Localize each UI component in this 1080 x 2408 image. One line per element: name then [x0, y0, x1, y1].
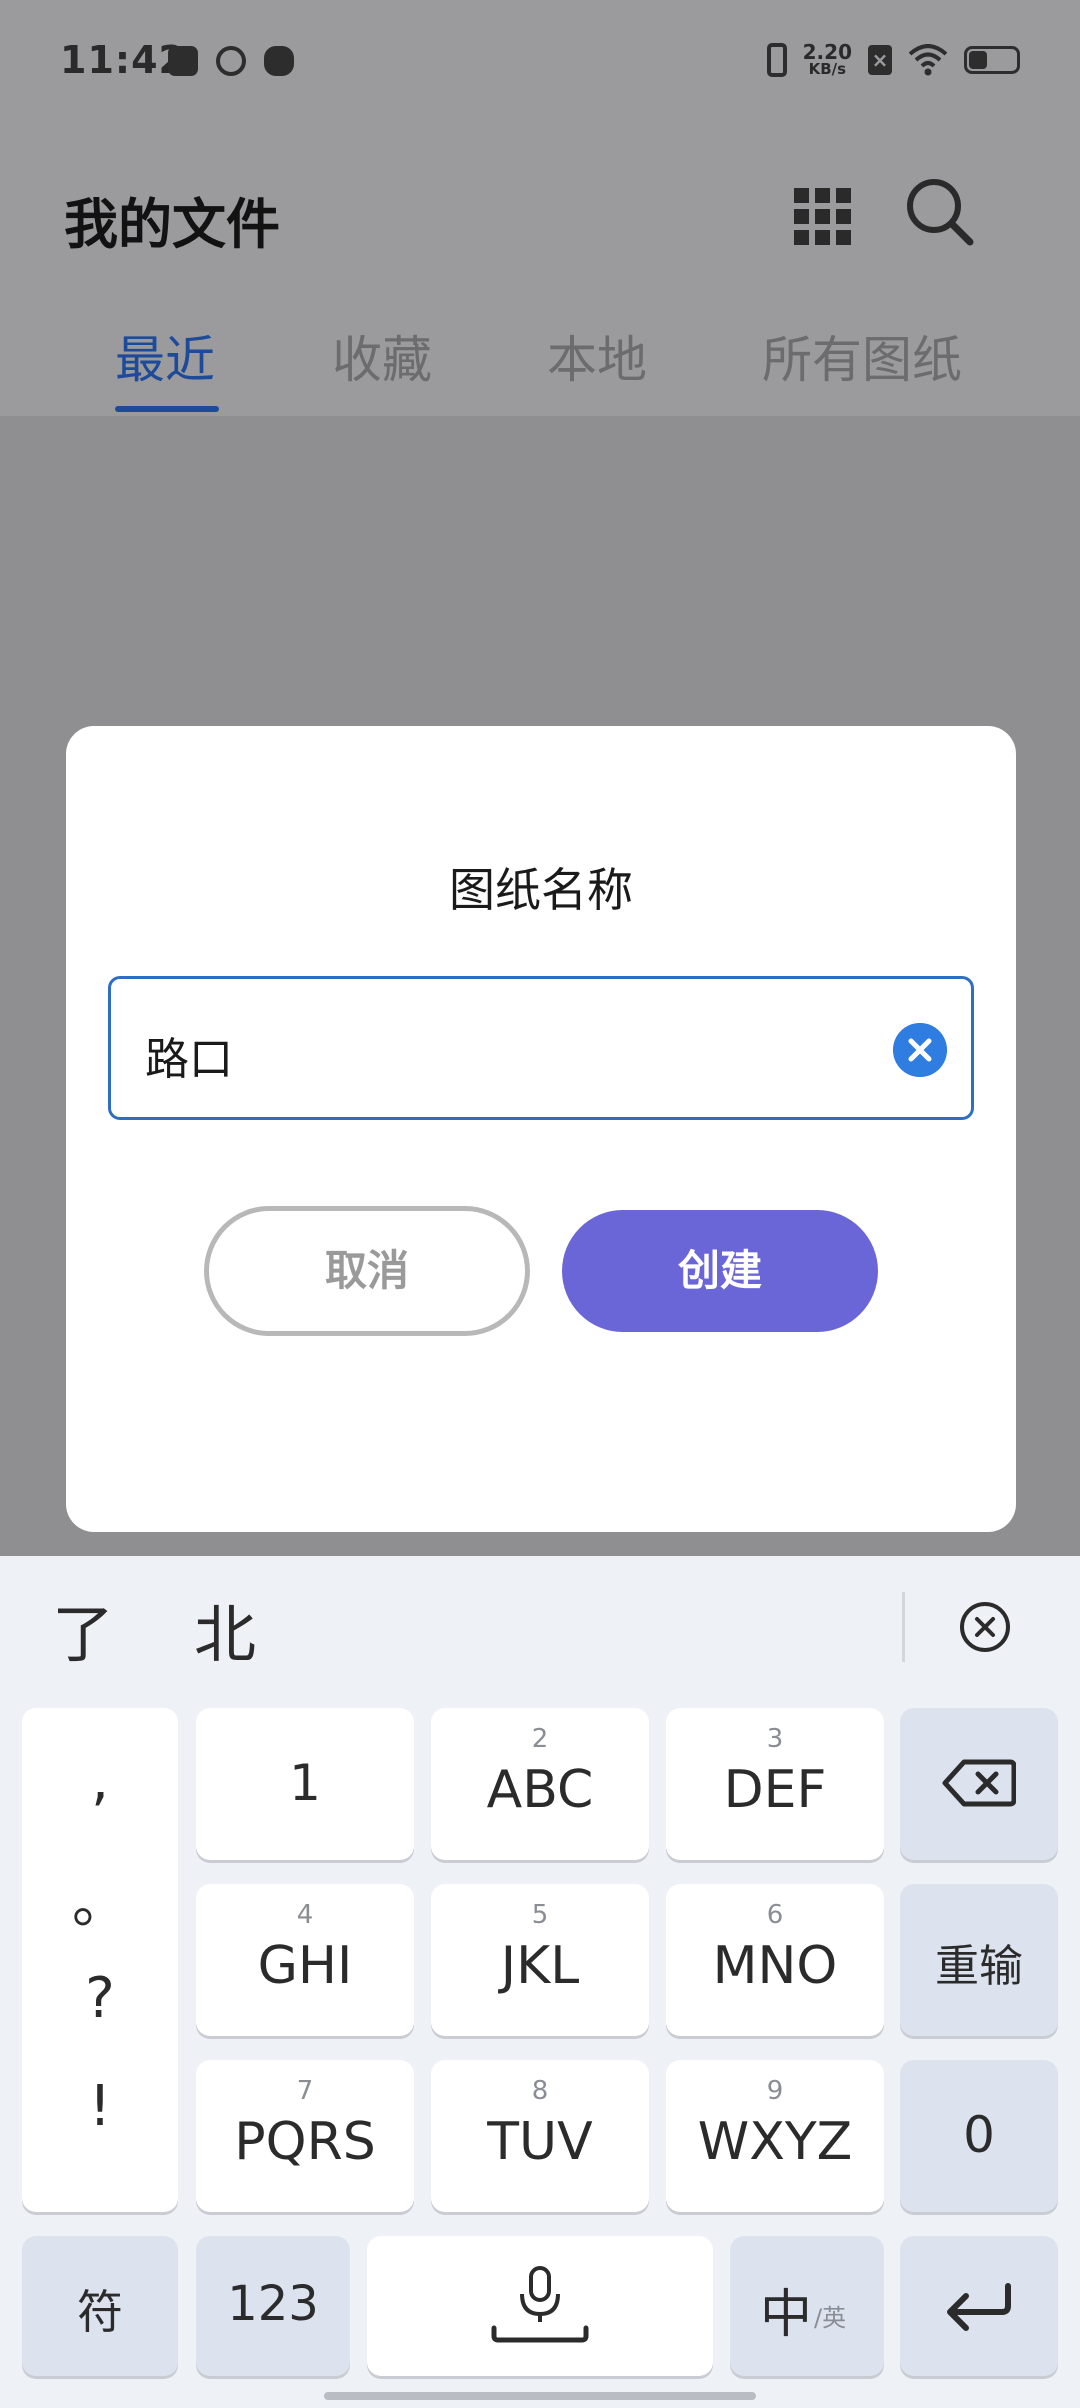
tab-favorites[interactable]: 收藏	[332, 320, 432, 392]
key-0[interactable]: 0	[900, 2060, 1058, 2212]
app-notification-icon	[216, 46, 246, 76]
key-digit: 4	[296, 1900, 314, 1930]
backspace-key[interactable]	[900, 1708, 1058, 1860]
key-wxyz[interactable]: 9 WXYZ	[666, 2060, 884, 2212]
punct-question[interactable]: ?	[22, 1966, 178, 2031]
wifi-icon	[908, 43, 948, 75]
key-label: GHI	[257, 1936, 353, 1996]
symbol-key[interactable]: 符	[22, 2236, 178, 2376]
key-digit: 5	[531, 1900, 549, 1930]
create-button[interactable]: 创建	[562, 1210, 878, 1332]
microphone-icon	[491, 2266, 589, 2343]
key-label: 重输	[935, 1941, 1023, 1992]
notification-icons	[168, 46, 294, 76]
numeric-key[interactable]: 123	[196, 2236, 350, 2376]
key-digit: 6	[766, 1900, 784, 1930]
page-title: 我的文件	[64, 193, 280, 256]
ime-keyboard: 了 北 , 。 ? ! 1 2 ABC 3 DEF 4 GHI 5 JKL 6 …	[0, 1556, 1080, 2408]
tab-all-drawings[interactable]: 所有图纸	[762, 320, 962, 392]
lang-main-label: 中	[760, 2285, 813, 2345]
key-jkl[interactable]: 5 JKL	[431, 1884, 649, 2036]
enter-key[interactable]	[900, 2236, 1058, 2376]
key-abc[interactable]: 2 ABC	[431, 1708, 649, 1860]
close-keyboard-icon[interactable]	[958, 1600, 1012, 1654]
active-tab-indicator	[115, 406, 219, 412]
punct-exclamation[interactable]: !	[22, 2074, 178, 2139]
key-digit: 7	[296, 2076, 314, 2106]
key-label: 0	[963, 2106, 995, 2164]
network-speed-unit: KB/s	[808, 60, 847, 78]
key-digit: 3	[766, 1724, 784, 1754]
battery-icon	[964, 45, 1020, 74]
cancel-button[interactable]: 取消	[204, 1206, 530, 1336]
enter-icon	[947, 2283, 1011, 2331]
candidate-divider	[902, 1592, 905, 1662]
app-header-area: 11:42 2.20 KB/s × 我的文件 最近 收藏 本地 所有图纸	[0, 0, 1080, 416]
home-indicator[interactable]	[324, 2392, 756, 2400]
language-switch-key[interactable]: 中 /英	[730, 2236, 884, 2376]
tab-local[interactable]: 本地	[547, 320, 647, 392]
network-speed-value: 2.20	[802, 40, 852, 64]
key-label: ABC	[486, 1760, 594, 1820]
drawing-name-input[interactable]: 路口	[108, 976, 974, 1120]
key-pqrs[interactable]: 7 PQRS	[196, 2060, 414, 2212]
key-label: TUV	[487, 2112, 593, 2172]
network-speed: 2.20 KB/s	[803, 42, 852, 77]
key-digit: 9	[766, 2076, 784, 2106]
clear-input-icon[interactable]	[893, 1023, 947, 1077]
tab-bar: 最近 收藏 本地 所有图纸	[0, 310, 1080, 416]
create-drawing-dialog: 图纸名称 路口 取消 创建	[66, 726, 1016, 1532]
key-label: 1	[289, 1754, 321, 1812]
key-label: 123	[227, 2276, 319, 2332]
punct-comma[interactable]: ,	[22, 1748, 178, 1813]
key-ghi[interactable]: 4 GHI	[196, 1884, 414, 2036]
punctuation-column[interactable]: , 。 ? !	[22, 1708, 178, 2212]
screen: 11:42 2.20 KB/s × 我的文件 最近 收藏 本地 所有图纸 图纸名…	[0, 0, 1080, 2408]
status-bar: 11:42 2.20 KB/s ×	[0, 0, 1080, 130]
system-status-icons: 2.20 KB/s ×	[766, 42, 1020, 77]
candidate-bar: 了 北	[0, 1556, 1080, 1696]
key-label: MNO	[712, 1936, 838, 1996]
key-label: WXYZ	[697, 2112, 853, 2172]
backspace-icon	[942, 1759, 1016, 1807]
tab-recent[interactable]: 最近	[115, 320, 215, 392]
punct-period[interactable]: 。	[22, 1858, 178, 1939]
grid-view-icon[interactable]	[794, 188, 852, 246]
dialog-title: 图纸名称	[449, 863, 633, 917]
key-digit: 8	[531, 2076, 549, 2106]
key-digit: 2	[531, 1724, 549, 1754]
space-key[interactable]	[367, 2236, 713, 2376]
key-tuv[interactable]: 8 TUV	[431, 2060, 649, 2212]
reset-key[interactable]: 重输	[900, 1884, 1058, 2036]
candidate-2[interactable]: 北	[194, 1584, 256, 1674]
key-label: JKL	[500, 1936, 580, 1996]
key-mno[interactable]: 6 MNO	[666, 1884, 884, 2036]
key-label: DEF	[723, 1760, 827, 1820]
lang-sub-label: /英	[814, 2304, 847, 2332]
cat-app-icon	[264, 46, 294, 76]
key-1[interactable]: 1	[196, 1708, 414, 1860]
vibrate-icon	[766, 42, 787, 77]
key-label: 符	[77, 2285, 123, 2339]
search-icon[interactable]	[904, 176, 976, 248]
key-def[interactable]: 3 DEF	[666, 1708, 884, 1860]
candidate-1[interactable]: 了	[52, 1584, 114, 1674]
drawing-name-value: 路口	[145, 1034, 233, 1085]
key-label: PQRS	[234, 2112, 376, 2172]
message-icon	[168, 46, 198, 76]
no-sim-icon: ×	[868, 44, 892, 75]
